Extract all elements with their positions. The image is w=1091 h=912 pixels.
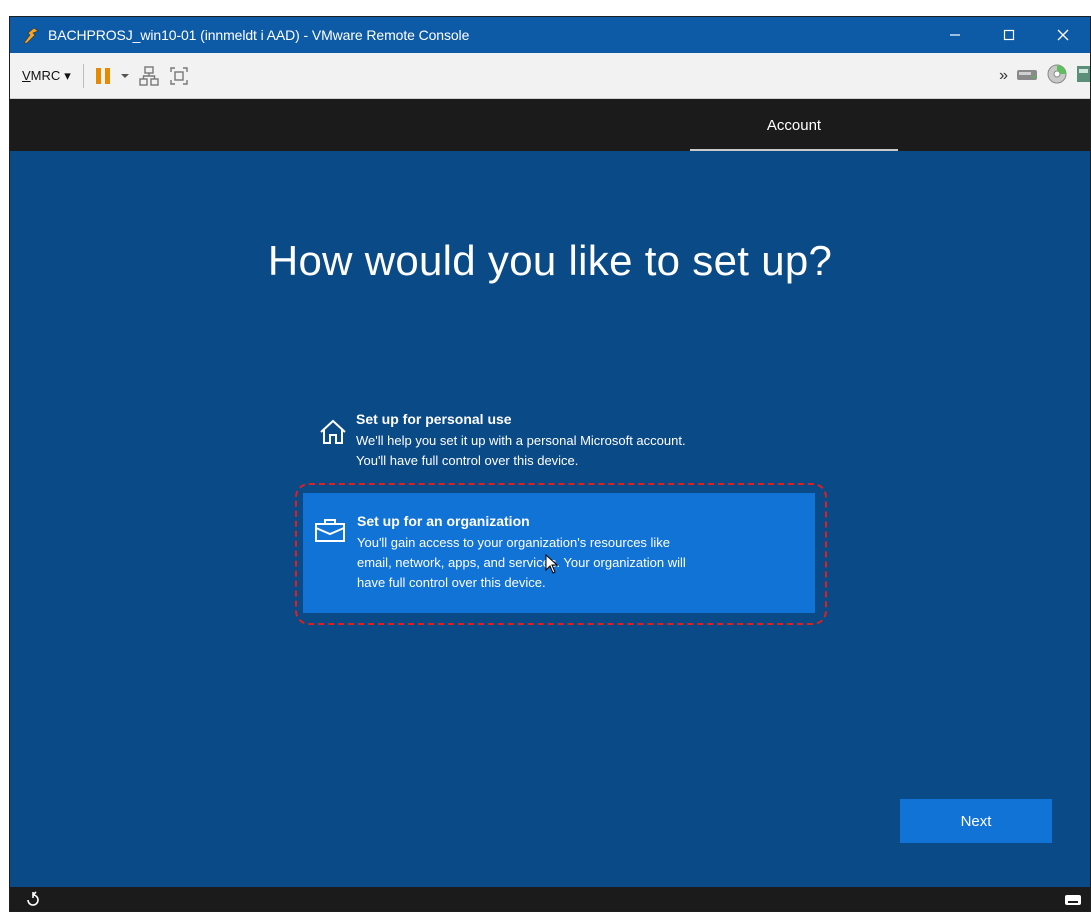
oobe-header: Account (10, 99, 1090, 151)
option-title: Set up for an organization (357, 513, 530, 529)
vmrc-window: BACHPROSJ_win10-01 (innmeldt i AAD) - VM… (9, 16, 1091, 912)
option-description-line: We'll help you set it up with a personal… (356, 433, 686, 448)
window-controls (928, 17, 1090, 53)
page-title: How would you like to set up? (267, 237, 833, 284)
toolbar-device-group: » (999, 53, 1090, 99)
option-personal-use[interactable]: Set up for personal use We'll help you s… (310, 411, 830, 479)
cd-dvd-icon[interactable] (1046, 63, 1068, 90)
vmrc-menu-label: MRC (30, 68, 61, 83)
option-description-line: email, network, apps, and services. Your… (357, 555, 686, 570)
option-description-line: have full control over this device. (357, 575, 546, 590)
home-icon (310, 411, 356, 479)
oobe-bottom-bar (10, 887, 1090, 911)
tab-account: Account (690, 99, 898, 151)
vmrc-toolbar: VMRC ▾ » (10, 53, 1090, 99)
vmrc-menu-button[interactable]: VMRC ▾ (16, 64, 77, 88)
close-button[interactable] (1036, 17, 1090, 53)
keyboard-icon[interactable] (1064, 893, 1082, 911)
mouse-cursor-icon (545, 553, 559, 579)
guest-screen[interactable]: Account How would you like to set up? Se… (10, 99, 1090, 887)
next-button[interactable]: Next (900, 799, 1052, 843)
window-title: BACHPROSJ_win10-01 (innmeldt i AAD) - VM… (48, 27, 470, 43)
option-title: Set up for personal use (356, 411, 512, 427)
ease-of-access-icon[interactable] (24, 891, 42, 911)
briefcase-icon (303, 513, 357, 613)
vmrc-menu-accelerator: V (22, 68, 31, 83)
chevron-down-icon: ▾ (64, 67, 71, 83)
option-organization[interactable]: Set up for an organization You'll gain a… (303, 493, 815, 613)
maximize-button[interactable] (982, 17, 1036, 53)
pause-icon[interactable] (94, 62, 112, 90)
network-icon[interactable] (138, 62, 160, 90)
overflow-chevron-icon[interactable]: » (999, 67, 1008, 85)
option-description-line: You'll gain access to your organization'… (357, 535, 671, 550)
fit-screen-icon[interactable] (168, 62, 190, 90)
minimize-button[interactable] (928, 17, 982, 53)
removable-drive-icon[interactable] (1016, 66, 1038, 87)
network-adapter-icon[interactable] (1076, 63, 1090, 90)
title-bar: BACHPROSJ_win10-01 (innmeldt i AAD) - VM… (10, 17, 1090, 53)
toolbar-divider (82, 63, 84, 88)
dropdown-caret-icon[interactable] (120, 62, 130, 90)
vmrc-app-icon (20, 24, 42, 46)
option-description-line: You'll have full control over this devic… (356, 453, 579, 468)
